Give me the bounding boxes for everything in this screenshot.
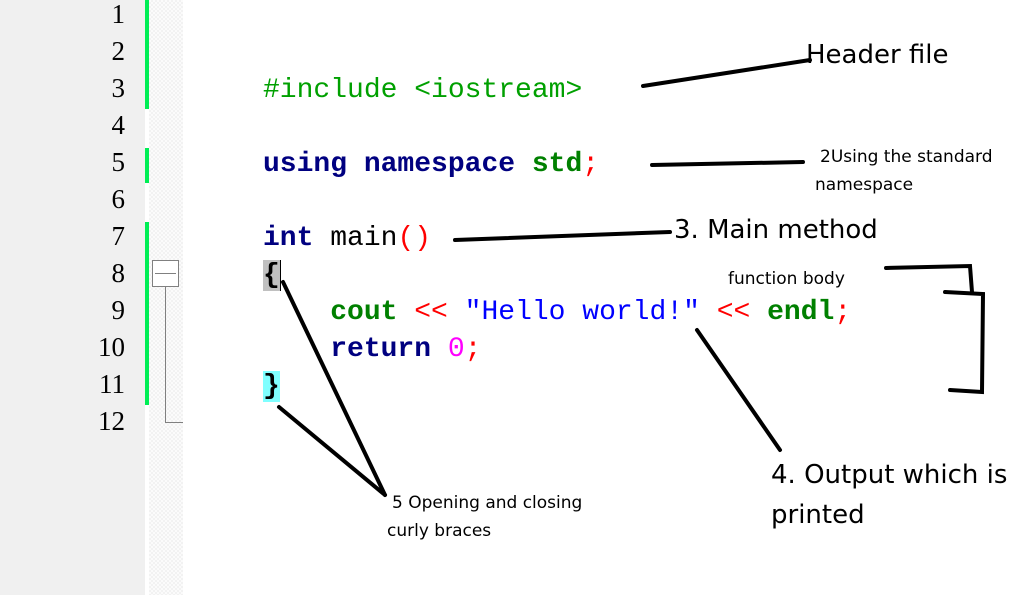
code-token: #include <iostream> [263,75,583,106]
fold-collapse-minus-icon[interactable] [152,260,179,287]
annotation-using-namespace-line2: namespace [815,175,914,195]
code-token: endl [767,297,835,328]
line-number: 1 [111,0,126,29]
code-token: main [313,223,398,254]
code-token: ; [834,297,852,328]
code-line[interactable]: #include <iostream> [263,72,582,109]
code-token: std [531,149,583,180]
code-token: using [263,149,348,180]
annotation-using-namespace-line1: 2Using the standard [820,147,993,167]
fold-margin [149,0,183,595]
code-token: 0 [447,334,465,365]
code-token: ; [582,149,600,180]
code-token: () [397,223,432,254]
code-token: } [263,371,280,402]
code-token: int [263,223,314,254]
line-number: 10 [98,332,125,362]
code-token: "Hello world!" [464,297,700,328]
code-line[interactable]: { [263,257,281,294]
annotation-function-body: function body [728,269,845,289]
line-number: 8 [111,258,126,288]
line-number: 12 [98,406,125,436]
line-number: 2 [111,36,126,66]
line-number-gutter: 1 2 3 4 5 6 7 8 9 10 11 12 [0,0,145,595]
code-line[interactable]: int main() [263,220,431,257]
code-line[interactable]: } [263,368,280,405]
annotation-main-method: 3. Main method [674,215,878,245]
code-token: return [330,334,432,365]
code-token: << [397,297,465,328]
code-line[interactable]: return 0; [263,331,481,368]
fold-range-line [165,287,166,422]
line-number: 5 [111,147,126,177]
line-number: 3 [111,73,126,103]
code-line[interactable]: cout << "Hello world!" << endl; [263,294,851,331]
code-token: cout [330,297,398,328]
annotation-output-line2: printed [771,500,865,530]
code-token: << [699,297,768,328]
annotation-header-file: Header file [806,40,949,70]
annotation-output-line1: 4. Output which is [771,460,1008,490]
line-number: 7 [111,221,126,251]
fold-range-end [165,422,183,423]
code-token: { [263,260,281,291]
line-number: 6 [111,184,126,214]
annotation-braces-line1: 5 Opening and closing [392,493,583,513]
line-number: 4 [111,110,126,140]
annotation-braces-line2: curly braces [387,521,492,541]
code-line[interactable]: using namespace std; [263,146,599,183]
code-token: namespace [363,149,516,180]
line-number: 9 [111,295,126,325]
code-token: ; [464,334,482,365]
line-number: 11 [99,369,125,399]
